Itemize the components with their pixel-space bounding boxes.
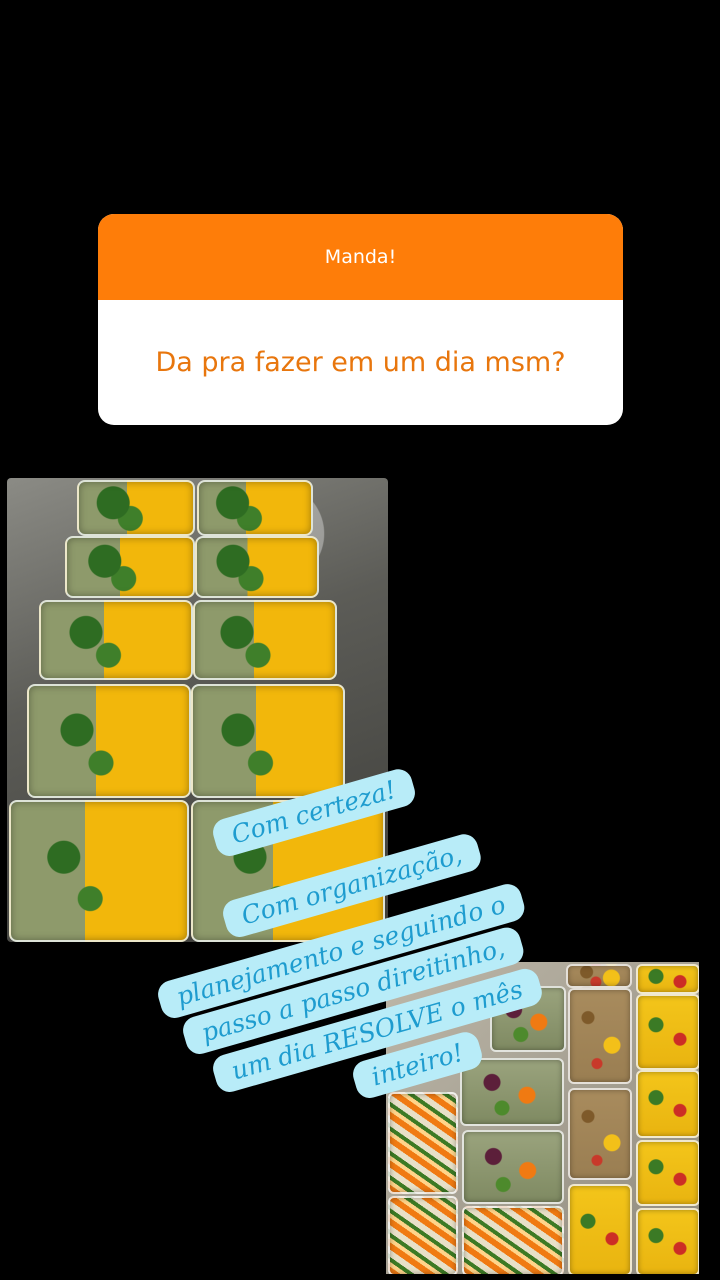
food-container (388, 1092, 458, 1194)
food-container (462, 1206, 564, 1274)
food-container (566, 964, 632, 988)
food-container (27, 684, 191, 798)
food-container (9, 800, 189, 942)
food-container (568, 1184, 632, 1274)
food-container (65, 536, 195, 598)
food-container (191, 684, 345, 798)
food-container (636, 1140, 699, 1206)
question-header: Manda! (98, 214, 623, 300)
food-container (197, 480, 313, 536)
food-container (636, 964, 699, 994)
food-container (193, 600, 337, 680)
food-container (77, 480, 195, 536)
food-container (460, 1058, 564, 1126)
food-container (636, 994, 699, 1070)
food-container (636, 1208, 699, 1274)
food-container (388, 1196, 458, 1274)
food-container (39, 600, 193, 680)
question-header-label: Manda! (324, 246, 397, 268)
question-text: Da pra fazer em um dia msm? (155, 347, 566, 378)
food-container (462, 1130, 564, 1204)
food-container (195, 536, 319, 598)
question-sticker[interactable]: Manda! Da pra fazer em um dia msm? (98, 214, 623, 425)
food-container (568, 988, 632, 1084)
food-container (568, 1088, 632, 1180)
food-container (636, 1070, 699, 1138)
